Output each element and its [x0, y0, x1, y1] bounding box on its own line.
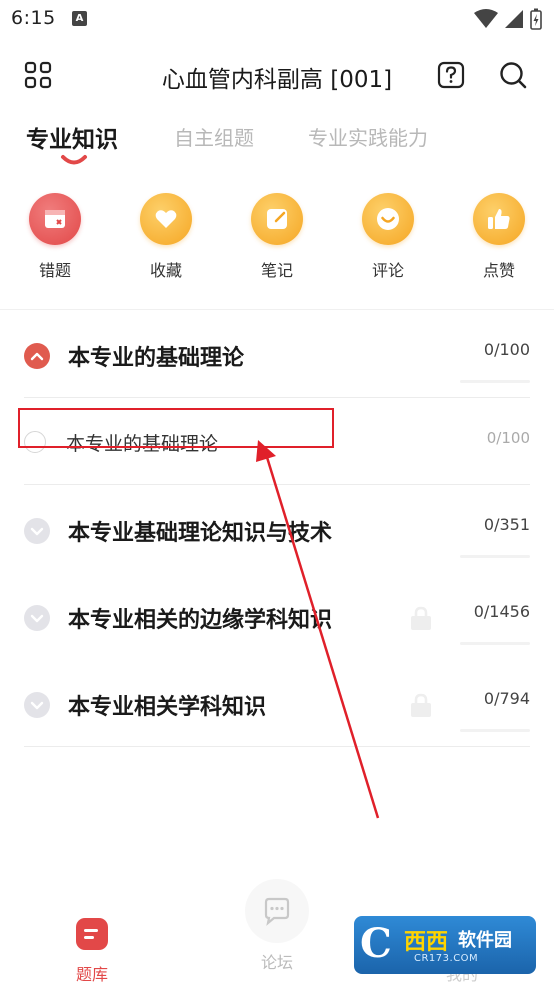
watermark-logo: C 西西 软件园 CR173.COM — [354, 916, 536, 974]
favorites-button[interactable]: 收藏 — [128, 193, 204, 281]
tab-practice-ability[interactable]: 专业实践能力 — [308, 122, 428, 151]
notes-label: 笔记 — [260, 261, 293, 280]
nav-forum[interactable]: 论坛 — [237, 879, 317, 973]
comments-label: 评论 — [371, 261, 404, 280]
chevron-up-icon[interactable] — [24, 343, 50, 369]
chapter-title: 本专业相关的边缘学科知识 — [68, 608, 333, 633]
lock-icon — [411, 606, 431, 630]
likes-label: 点赞 — [482, 261, 515, 280]
chapter-row-marginal-subjects[interactable]: 本专业相关的边缘学科知识 0/1456 — [24, 602, 530, 645]
watermark-url: CR173.COM — [414, 953, 479, 964]
chapter-count: 0/351 — [483, 515, 530, 534]
favorites-label: 收藏 — [149, 261, 182, 280]
status-bar: 6:15 A — [0, 0, 554, 38]
tab-custom-quiz[interactable]: 自主组题 — [174, 122, 254, 151]
wifi-icon — [474, 9, 498, 28]
chapter-title: 本专业相关学科知识 — [68, 695, 267, 720]
top-app-bar: 心血管内科副高 [001] — [0, 50, 554, 100]
chevron-down-icon[interactable] — [24, 518, 50, 544]
nav-question-bank[interactable]: 题库 — [52, 917, 132, 984]
search-icon[interactable] — [499, 61, 527, 89]
forum-icon — [245, 879, 309, 943]
progress-bar — [460, 642, 530, 645]
quick-actions: 错题 收藏 笔记 评论 点赞 — [0, 193, 554, 293]
note-icon — [251, 193, 303, 245]
chapter-count: 0/100 — [483, 340, 530, 359]
comment-icon — [362, 193, 414, 245]
status-indicators — [474, 8, 542, 30]
chapter-count: 0/1456 — [473, 602, 530, 621]
wrong-questions-button[interactable]: 错题 — [17, 193, 93, 281]
chapter-row-theory-technique[interactable]: 本专业基础理论知识与技术 0/351 — [24, 515, 530, 558]
wrong-questions-label: 错题 — [38, 261, 71, 280]
progress-bar — [460, 555, 530, 558]
sub-chapter-count: 0/100 — [486, 429, 530, 447]
page-title[interactable]: 心血管内科副高 [001] — [0, 60, 554, 94]
wrong-question-icon — [29, 193, 81, 245]
watermark-soft: 软件园 — [458, 930, 512, 951]
chapter-title: 本专业基础理论知识与技术 — [68, 521, 333, 546]
chapter-row-basic-theory[interactable]: 本专业的基础理论 0/100 — [24, 340, 530, 383]
lock-icon — [411, 693, 431, 717]
watermark-c: C — [360, 920, 392, 967]
thumbs-up-icon — [473, 193, 525, 245]
heart-icon — [140, 193, 192, 245]
annotation-highlight-box — [18, 408, 334, 448]
likes-button[interactable]: 点赞 — [461, 193, 537, 281]
chapter-count: 0/794 — [483, 689, 530, 708]
notes-button[interactable]: 笔记 — [239, 193, 315, 281]
watermark-xixi: 西西 — [404, 930, 449, 955]
comments-button[interactable]: 评论 — [350, 193, 426, 281]
row-divider — [24, 484, 530, 485]
battery-icon — [530, 8, 542, 30]
chevron-down-icon[interactable] — [24, 692, 50, 718]
row-divider — [24, 746, 530, 747]
notification-icon: A — [72, 11, 87, 26]
question-bank-icon — [76, 918, 108, 950]
active-tab-indicator — [61, 155, 87, 165]
status-time: 6:15 — [11, 7, 56, 29]
row-divider — [24, 397, 530, 398]
chevron-down-icon[interactable] — [24, 605, 50, 631]
nav-forum-label: 论坛 — [260, 953, 293, 972]
chapter-title: 本专业的基础理论 — [68, 346, 245, 371]
tab-professional-knowledge[interactable]: 专业知识 — [26, 120, 118, 154]
help-icon[interactable] — [437, 61, 465, 89]
section-divider — [0, 309, 554, 310]
nav-question-bank-label: 题库 — [75, 965, 108, 984]
signal-icon — [505, 10, 523, 28]
progress-bar — [460, 729, 530, 732]
progress-bar — [460, 380, 530, 383]
chapter-row-related-subjects[interactable]: 本专业相关学科知识 0/794 — [24, 689, 530, 732]
